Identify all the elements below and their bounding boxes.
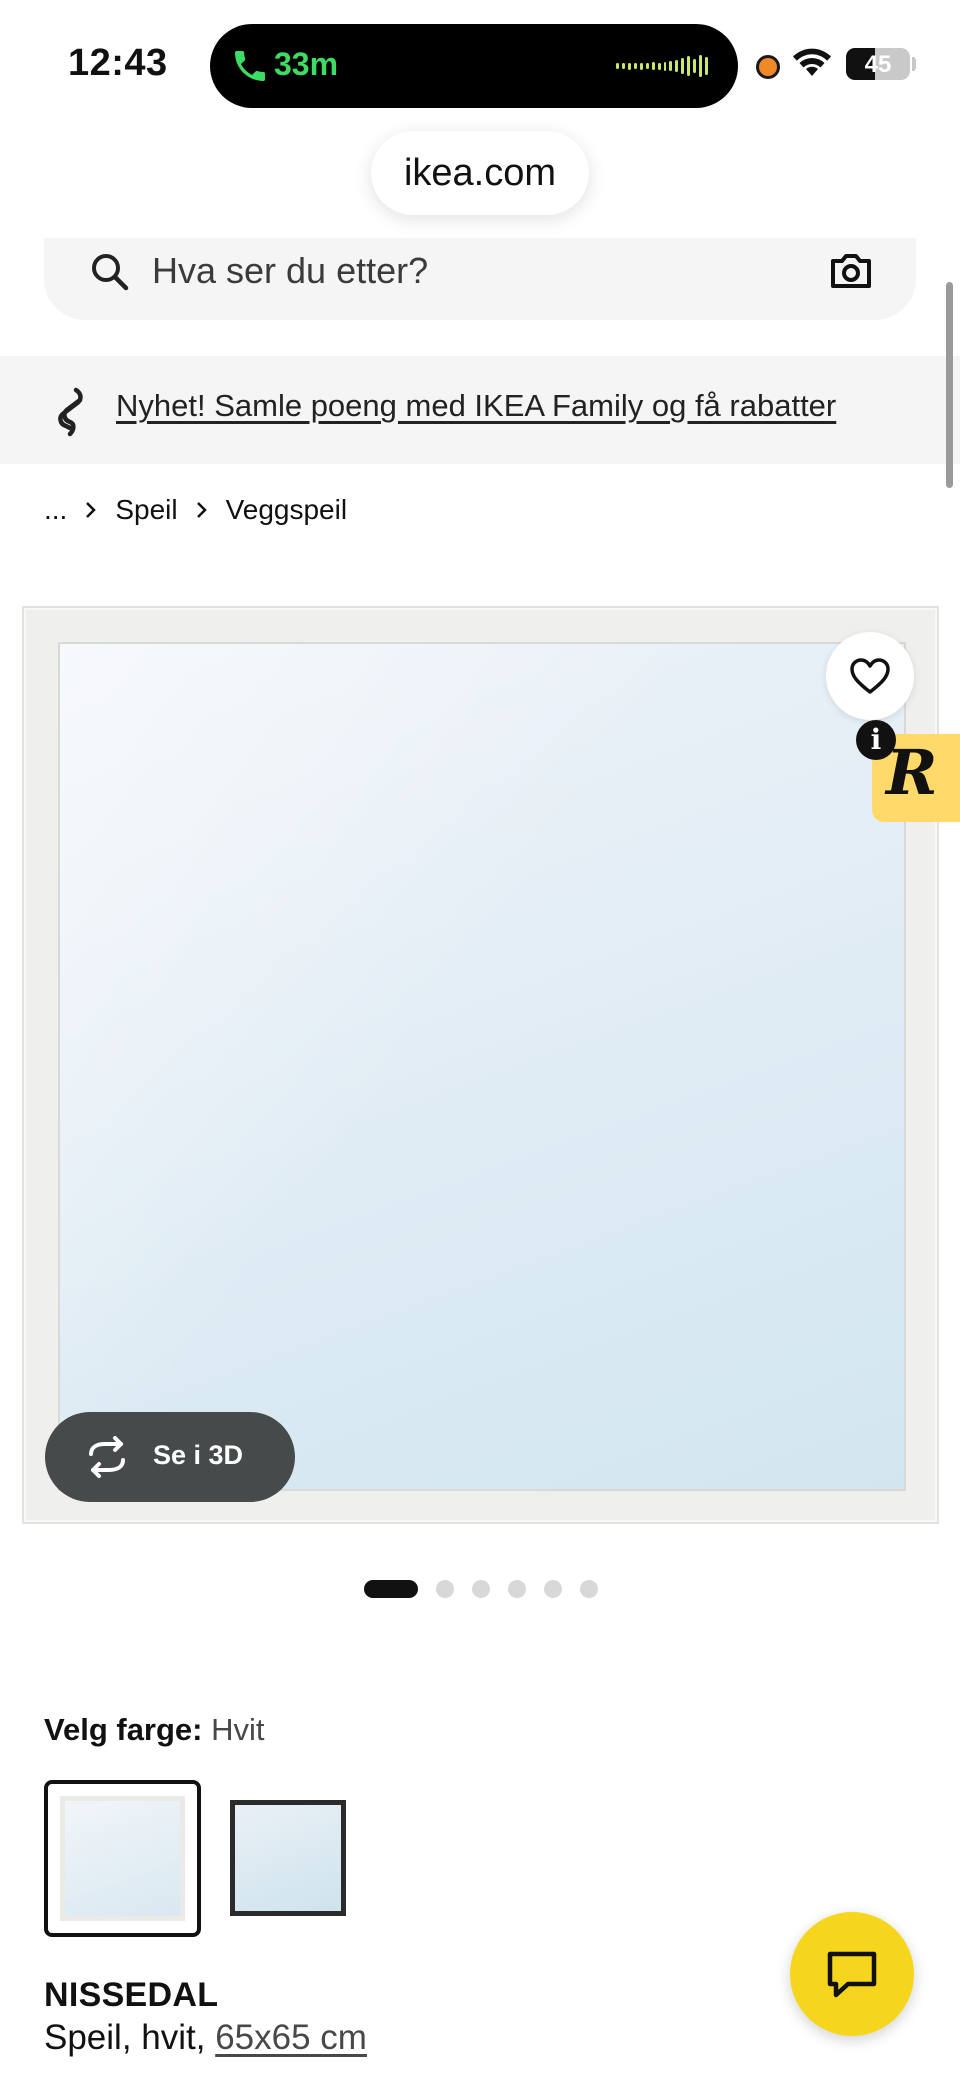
pagination-dot-active[interactable] — [364, 1580, 418, 1598]
info-icon[interactable]: i — [856, 720, 896, 760]
view-3d-label: Se i 3D — [153, 1440, 244, 1470]
swatch-thumbnail — [230, 1800, 346, 1916]
search-input[interactable]: Hva ser du etter? — [152, 250, 428, 292]
mirror-frame — [22, 606, 939, 1524]
selected-color: Hvit — [211, 1712, 265, 1747]
chevron-right-icon — [86, 502, 97, 518]
pagination-dot[interactable] — [472, 1580, 490, 1598]
camera-icon[interactable] — [828, 248, 874, 294]
battery-cap — [912, 57, 916, 71]
product-size-link[interactable]: 65x65 cm — [215, 2018, 367, 2057]
family-loyalty-icon — [58, 387, 83, 437]
color-swatch-white[interactable] — [44, 1780, 201, 1937]
product-desc-text: Speil, hvit, — [44, 2018, 216, 2057]
mirror-glass — [58, 642, 906, 1491]
battery-icon: 45 — [846, 48, 910, 80]
image-pagination — [364, 1580, 598, 1598]
breadcrumb-ellipsis[interactable]: ... — [44, 494, 67, 526]
call-duration: 33m — [274, 46, 339, 82]
product-description: Speil, hvit, 65x65 cm — [44, 2018, 367, 2058]
address-bar[interactable]: ikea.com — [371, 131, 589, 215]
page-scrollbar[interactable] — [946, 282, 953, 488]
phone-icon — [235, 51, 265, 81]
chevron-right-icon — [196, 502, 207, 518]
pagination-dot[interactable] — [436, 1580, 454, 1598]
breadcrumb: ... Speil Veggspeil — [44, 494, 347, 526]
mirror-shine — [60, 644, 904, 1489]
rotate-3d-icon — [89, 1436, 125, 1478]
status-bar: 12:43 33m 45 — [0, 0, 960, 126]
search-icon — [92, 254, 129, 291]
dynamic-island-call[interactable]: 33m — [210, 24, 738, 108]
chat-icon — [827, 1951, 877, 1998]
color-swatch-black[interactable] — [230, 1800, 346, 1916]
search-bar[interactable]: Hva ser du etter? — [44, 238, 916, 320]
wishlist-button[interactable] — [826, 632, 914, 720]
pagination-dot[interactable] — [508, 1580, 526, 1598]
swatch-thumbnail — [60, 1796, 185, 1921]
pagination-dot[interactable] — [544, 1580, 562, 1598]
promo-link[interactable]: Nyhet! Samle poeng med IKEA Family og få… — [116, 388, 836, 424]
battery-level: 45 — [864, 51, 892, 78]
product-name: NISSEDAL — [44, 1976, 219, 2014]
view-3d-button[interactable]: Se i 3D — [45, 1412, 295, 1502]
pagination-dot[interactable] — [580, 1580, 598, 1598]
status-clock: 12:43 — [68, 42, 168, 84]
privacy-indicator-icon — [756, 55, 780, 79]
product-image[interactable] — [20, 606, 940, 1526]
color-picker-label: Velg farge: Hvit — [44, 1712, 265, 1748]
audio-waveform-icon — [616, 53, 708, 79]
wifi-icon — [793, 48, 831, 76]
color-picker-heading: Velg farge: — [44, 1712, 203, 1747]
promo-banner[interactable]: Nyhet! Samle poeng med IKEA Family og få… — [0, 356, 960, 464]
breadcrumb-item-speil[interactable]: Speil — [115, 494, 177, 526]
breadcrumb-item-veggspeil[interactable]: Veggspeil — [226, 494, 347, 526]
chat-button[interactable] — [790, 1912, 914, 2036]
heart-icon — [850, 658, 890, 694]
